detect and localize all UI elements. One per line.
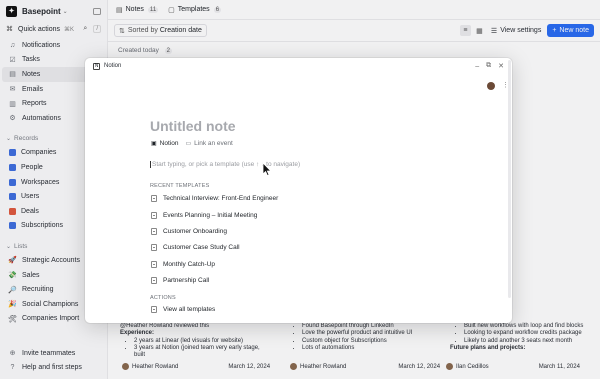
template-item[interactable]: Customer Case Study Call — [151, 244, 240, 251]
template-icon — [151, 195, 157, 202]
template-icon — [151, 277, 157, 284]
template-label: Customer Onboarding — [163, 228, 227, 235]
template-icon — [151, 306, 157, 313]
mouse-cursor-icon — [262, 162, 272, 177]
template-icon — [151, 244, 157, 251]
modal-header: N Notion – ⧉ ✕ — [85, 58, 512, 74]
template-label: Customer Case Study Call — [163, 244, 240, 251]
template-label: Monthly Catch-Up — [163, 261, 216, 268]
source-pill[interactable]: ▣ Notion — [151, 140, 178, 147]
notion-icon: N — [93, 62, 100, 70]
template-item[interactable]: Partnership Call — [151, 277, 209, 284]
note-meta: ▣ Notion ▭ Link an event — [151, 140, 240, 147]
expand-icon[interactable]: ⧉ — [486, 62, 491, 70]
note-title[interactable]: Untitled note — [150, 118, 236, 134]
template-label: Technical Interview: Front-End Engineer — [163, 195, 279, 202]
template-item[interactable]: Customer Onboarding — [151, 228, 227, 235]
view-all-templates[interactable]: View all templates — [151, 306, 215, 313]
template-item[interactable]: Monthly Catch-Up — [151, 261, 215, 268]
window-controls: – ⧉ ✕ — [468, 62, 504, 70]
actions-header: ACTIONS — [150, 295, 176, 301]
recent-templates-header: RECENT TEMPLATES — [150, 183, 210, 189]
note-body-input[interactable]: Start typing, or pick a template (use ↑ … — [150, 161, 430, 168]
modal-breadcrumb: Notion — [104, 63, 122, 69]
close-icon[interactable]: ✕ — [498, 62, 504, 70]
template-label: Partnership Call — [163, 277, 210, 284]
link-event-label: Link an event — [194, 140, 233, 147]
template-icon — [151, 261, 157, 268]
action-label: View all templates — [163, 306, 216, 313]
notion-icon: ▣ — [151, 141, 157, 147]
modal-scrollbar[interactable] — [508, 60, 511, 298]
template-icon — [151, 228, 157, 235]
template-item[interactable]: Events Planning – Initial Meeting — [151, 212, 257, 219]
avatar[interactable] — [487, 82, 495, 90]
minimize-icon[interactable]: – — [475, 63, 479, 70]
template-label: Events Planning – Initial Meeting — [163, 212, 258, 219]
template-icon — [151, 212, 157, 219]
new-note-modal: N Notion – ⧉ ✕ ⋮ Untitled note ▣ Notion … — [85, 58, 512, 323]
link-event-button[interactable]: ▭ Link an event — [185, 140, 232, 147]
template-item[interactable]: Technical Interview: Front-End Engineer — [151, 195, 278, 202]
source-label: Notion — [159, 140, 179, 147]
calendar-icon: ▭ — [185, 141, 192, 147]
